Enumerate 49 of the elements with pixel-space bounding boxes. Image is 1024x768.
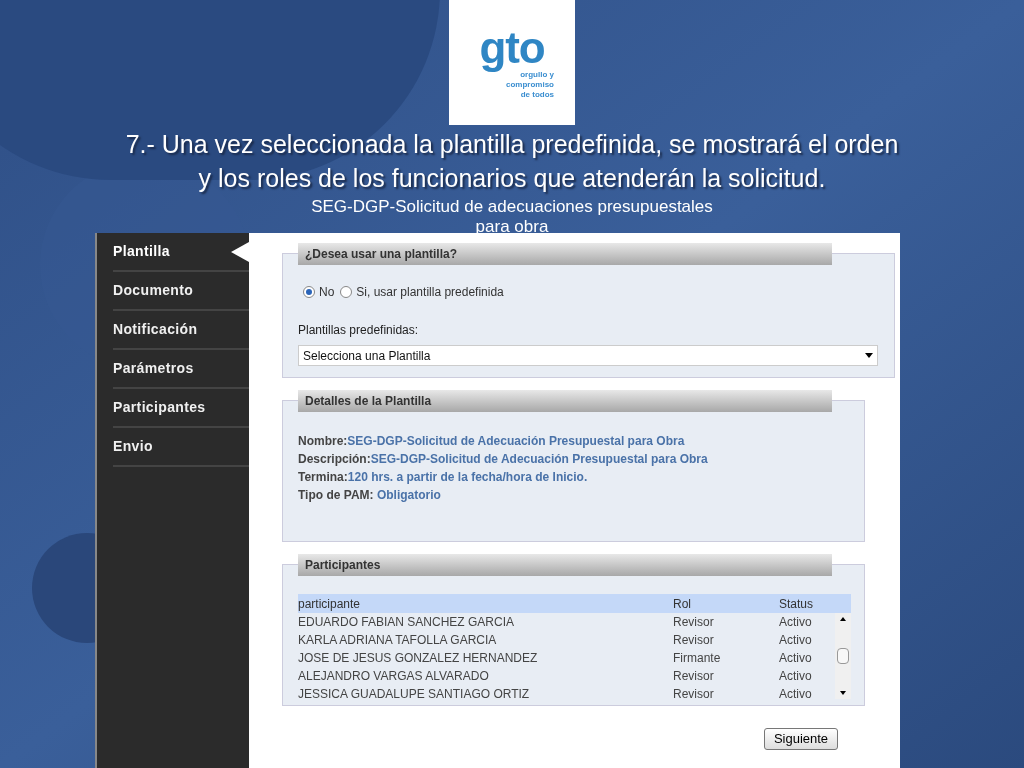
detail-label: Nombre: <box>298 433 348 450</box>
table-cell-text: EDUARDO FABIAN SANCHEZ GARCIA <box>298 614 516 631</box>
detail-value: SEG-DGP-Solicitud de Adecuación Presupuestal para Obra <box>347 433 685 450</box>
detail-value: SEG-DGP-Solicitud de Adecuación Presupuestal para Obra <box>370 451 708 468</box>
table-cell-text: JOSE DE JESUS GONZALEZ HERNANDEZ <box>298 650 539 667</box>
table-cell-text: KARLA ADRIANA TAFOLLA GARCIA <box>298 632 498 649</box>
sidebar-item[interactable]: Parámetros <box>113 350 249 389</box>
table-cell-text: Activo <box>779 614 812 631</box>
table-cell-text: Revisor <box>673 614 715 631</box>
template-select[interactable]: Selecciona una Plantilla <box>298 345 878 366</box>
column-header: Status <box>779 595 814 613</box>
selection-pointer-icon <box>231 242 249 262</box>
detail-label: Termina: <box>298 469 348 486</box>
table-cell-text: Activo <box>779 668 812 685</box>
slide-subtitle: para obra <box>475 217 549 237</box>
table-cell-text: Activo <box>779 650 812 667</box>
radio-label: Si, usar plantilla predefinida <box>356 284 504 301</box>
radio-button[interactable] <box>340 286 353 298</box>
detail-value: Obligatorio <box>376 487 441 504</box>
table-cell-text: Activo <box>779 632 812 649</box>
table-cell-text: Activo <box>779 686 812 703</box>
select-label: Plantillas predefinidas: <box>298 322 420 339</box>
slide-subtitle: SEG-DGP-Solicitud de adecuaciones presupuestales <box>311 197 713 217</box>
logo: gto orgullo y compromiso de todos <box>449 0 575 125</box>
section-heading: Detalles de la Plantilla <box>298 390 832 412</box>
column-header: Rol <box>673 595 692 613</box>
detail-value: 120 hrs. a partir de la fecha/hora de Inicio. <box>347 469 588 486</box>
table-cell-text: Revisor <box>673 632 715 649</box>
scrollbar[interactable] <box>835 613 851 699</box>
table-cell-text: JESSICA GUADALUPE SANTIAGO ORTIZ <box>298 686 531 703</box>
sidebar-item[interactable]: Envio <box>113 428 249 467</box>
dropdown-icon <box>865 353 873 358</box>
sidebar-item[interactable]: Documento <box>113 272 249 311</box>
table-cell-text: Revisor <box>673 668 715 685</box>
radio-label: No <box>319 284 335 301</box>
slide-title: 7.- Una vez seleccionada la plantilla predefinida, se mostrará el orden y los roles de los funcionarios que atenderán la solicitud. <box>124 129 900 194</box>
next-button[interactable]: Siguiente <box>764 728 838 750</box>
sidebar-item[interactable]: Notificación <box>113 311 249 350</box>
section-heading: Participantes <box>298 554 832 576</box>
section-heading: ¿Desea usar una plantilla? <box>298 243 832 265</box>
detail-label: Descripción: <box>298 451 371 468</box>
column-header: participante <box>298 595 362 613</box>
table-cell-text: Revisor <box>673 686 715 703</box>
sidebar-item[interactable]: Participantes <box>113 389 249 428</box>
table-cell-text: ALEJANDRO VARGAS ALVARADO <box>298 668 490 685</box>
table-cell-text: Firmante <box>673 650 722 667</box>
radio-button[interactable] <box>303 286 315 298</box>
sidebar-item[interactable]: Plantilla <box>113 233 249 272</box>
detail-label: Tipo de PAM: <box>298 487 375 504</box>
